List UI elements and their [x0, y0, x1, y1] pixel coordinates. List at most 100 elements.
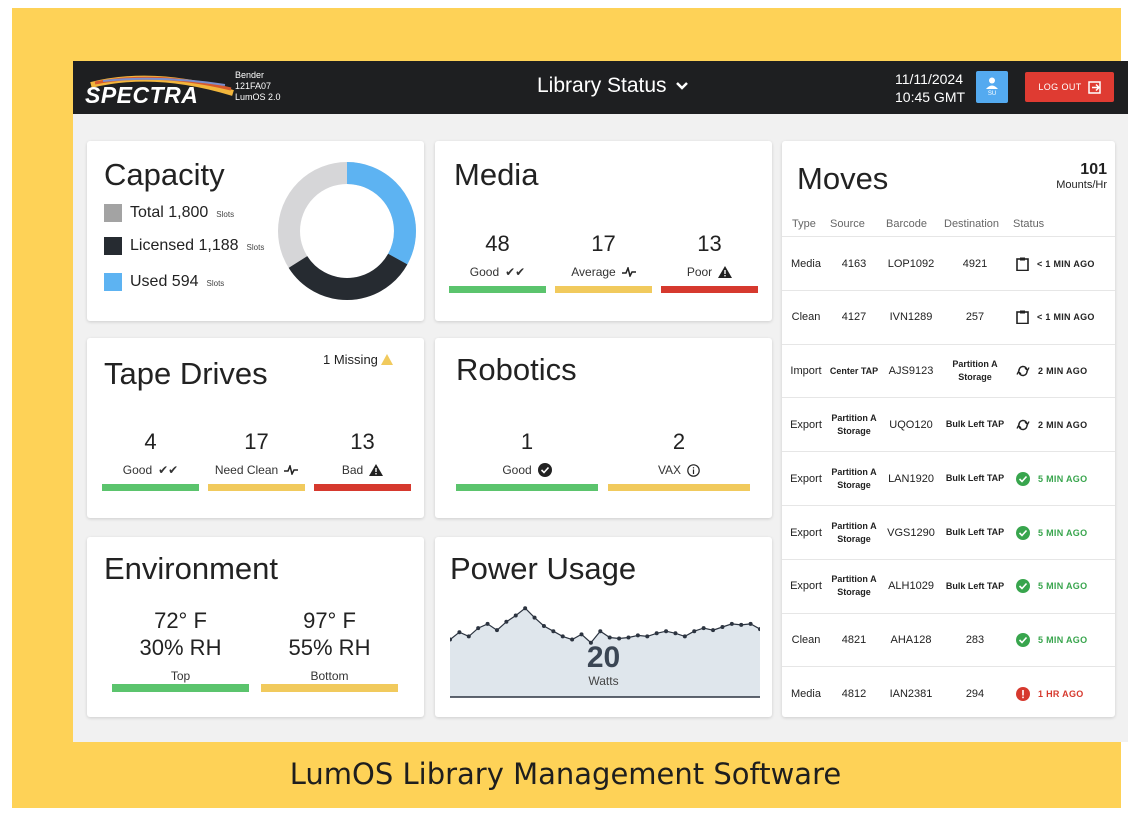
- legend-total: Total 1,800 Slots: [104, 204, 234, 222]
- cell-source: Partition A Storage: [831, 466, 877, 490]
- table-row[interactable]: Export Partition A Storage VGS1290 Bulk Lef…: [782, 505, 1115, 559]
- power-point: [645, 634, 650, 639]
- clipboard-icon: [1016, 257, 1029, 271]
- legend-licensed: Licensed 1,188 Slots: [104, 237, 264, 255]
- cell-type: Media: [791, 687, 821, 700]
- table-row[interactable]: Clean 4127 IVN1289 257 < 1 MIN AGO: [782, 289, 1115, 344]
- used-swatch: [104, 273, 122, 291]
- table-row[interactable]: Media 4163 LOP1092 4921 < 1 MIN AGO: [782, 236, 1115, 290]
- status-text: 5 MIN AGO: [1038, 473, 1088, 484]
- robotics-vax-bar: [608, 484, 750, 491]
- cell-destination: 4921: [962, 257, 988, 270]
- logout-label: LOG OUT: [1038, 82, 1082, 92]
- pulse-icon: [284, 465, 299, 475]
- user-button[interactable]: SU: [976, 71, 1008, 103]
- current-time: 10:45 GMT: [895, 89, 966, 105]
- check-circle-icon: [1016, 579, 1030, 594]
- app-screen: SPECTRA Bender 121FA07 LumOS 2.0 Library…: [73, 61, 1128, 742]
- power-point: [626, 635, 631, 640]
- cell-destination: 283: [965, 634, 985, 647]
- power-point: [494, 628, 499, 633]
- table-row[interactable]: Clean 4821 AHA128 283 5 MIN AGO: [782, 612, 1115, 667]
- licensed-swatch: [104, 237, 122, 255]
- media-card[interactable]: Media 48 Good ✔✔ 17 Average 13 Poor: [435, 141, 772, 321]
- media-good-stat: 48 Good ✔✔: [449, 231, 546, 279]
- system-info: Bender 121FA07 LumOS 2.0: [235, 70, 281, 103]
- cell-type: Export: [790, 526, 822, 539]
- cell-type: Media: [791, 257, 821, 270]
- user-icon: [986, 77, 998, 89]
- media-average-value: 17: [591, 231, 616, 256]
- licensed-unit: Slots: [246, 243, 265, 252]
- cell-source: 4812: [841, 687, 867, 700]
- env-bottom-humidity: 55% RH: [288, 635, 371, 660]
- page-title: Library Status: [537, 74, 667, 97]
- cell-type: Export: [790, 418, 822, 431]
- power-point: [532, 615, 537, 620]
- env-bottom-label: Bottom: [310, 669, 349, 683]
- table-row[interactable]: Media 4812 IAN2381 294 1 HR AGO: [782, 666, 1115, 720]
- status-text: 2 MIN AGO: [1038, 366, 1088, 377]
- info-icon[interactable]: [687, 463, 700, 477]
- drives-clean-value: 17: [244, 429, 269, 454]
- drives-bad-bar: [314, 484, 411, 491]
- environment-card[interactable]: Environment 72° F 30% RH 97° F 55% RH To…: [87, 537, 424, 717]
- cell-source: 4127: [841, 311, 867, 324]
- cell-destination: 294: [965, 687, 985, 700]
- env-bottom-temp: 97° F: [303, 608, 356, 633]
- power-point: [504, 619, 509, 624]
- system-id: 121FA07: [235, 81, 272, 91]
- power-point: [682, 634, 687, 639]
- cell-barcode: VGS1290: [887, 526, 935, 539]
- page-title-dropdown[interactable]: Library Status: [537, 74, 689, 98]
- missing-drives-label: 1 Missing: [323, 352, 378, 367]
- cell-barcode: AJS9123: [888, 365, 934, 378]
- moves-card[interactable]: Moves 101 Mounts/Hr Type Source Barcode …: [782, 141, 1115, 717]
- media-title: Media: [454, 157, 539, 192]
- capacity-card[interactable]: Capacity Total 1,800 Slots Licensed 1,18…: [87, 141, 424, 321]
- table-row[interactable]: Import Center TAP AJS9123 Partition A Stora…: [782, 343, 1115, 398]
- cell-source: Partition A Storage: [831, 574, 877, 598]
- status-text: 5 MIN AGO: [1038, 581, 1088, 592]
- status-text: < 1 MIN AGO: [1037, 312, 1095, 323]
- double-check-icon: ✔✔: [505, 265, 526, 279]
- power-point: [664, 629, 669, 634]
- power-value: 20: [586, 641, 621, 674]
- media-average-stat: 17 Average: [555, 231, 652, 279]
- table-row[interactable]: Export Partition A Storage ALH1029 Bulk Lef…: [782, 558, 1115, 613]
- power-point: [711, 628, 716, 633]
- cell-source: Center TAP: [829, 365, 879, 376]
- mount-rate-unit: Mounts/Hr: [1056, 179, 1107, 191]
- cell-type: Import: [790, 365, 822, 378]
- col-status: Status: [1013, 218, 1045, 230]
- cell-status: < 1 MIN AGO: [1016, 237, 1095, 290]
- media-poor-value: 13: [697, 231, 722, 256]
- media-poor-bar: [661, 286, 758, 293]
- chevron-down-icon: [675, 82, 688, 90]
- table-row[interactable]: Export Partition A Storage LAN1920 Bulk Lef…: [782, 451, 1115, 505]
- power-point: [607, 635, 612, 640]
- power-usage-card[interactable]: Power Usage 20 Watts: [435, 537, 772, 717]
- tape-drives-card[interactable]: Tape Drives 1 Missing 4 Good ✔✔ 17 Need C…: [87, 338, 424, 518]
- env-top-humidity: 30% RH: [139, 635, 222, 660]
- missing-warning-icon: [380, 354, 393, 365]
- media-good-value: 48: [485, 231, 510, 256]
- logout-button[interactable]: LOG OUT: [1025, 72, 1114, 102]
- power-point: [523, 606, 528, 611]
- drives-clean-bar: [208, 484, 305, 491]
- status-text: < 1 MIN AGO: [1037, 258, 1095, 269]
- robotics-card[interactable]: Robotics 1 Good 2 VAX: [435, 338, 772, 518]
- cell-type: Export: [790, 472, 822, 485]
- power-point: [541, 623, 546, 628]
- cell-destination: Partition A Storage: [952, 359, 998, 383]
- power-point: [720, 625, 725, 630]
- os-version: LumOS 2.0: [235, 92, 281, 102]
- sync-icon: [1016, 419, 1030, 431]
- check-circle-icon: [1016, 471, 1030, 486]
- used-label: Used 594: [130, 273, 199, 290]
- table-row[interactable]: Export Partition A Storage UQO120 Bulk Left…: [782, 397, 1115, 451]
- power-point: [654, 631, 659, 636]
- cell-source: Partition A Storage: [831, 520, 877, 544]
- env-top-bar: [112, 684, 249, 692]
- robotics-vax-value: 2: [672, 429, 686, 454]
